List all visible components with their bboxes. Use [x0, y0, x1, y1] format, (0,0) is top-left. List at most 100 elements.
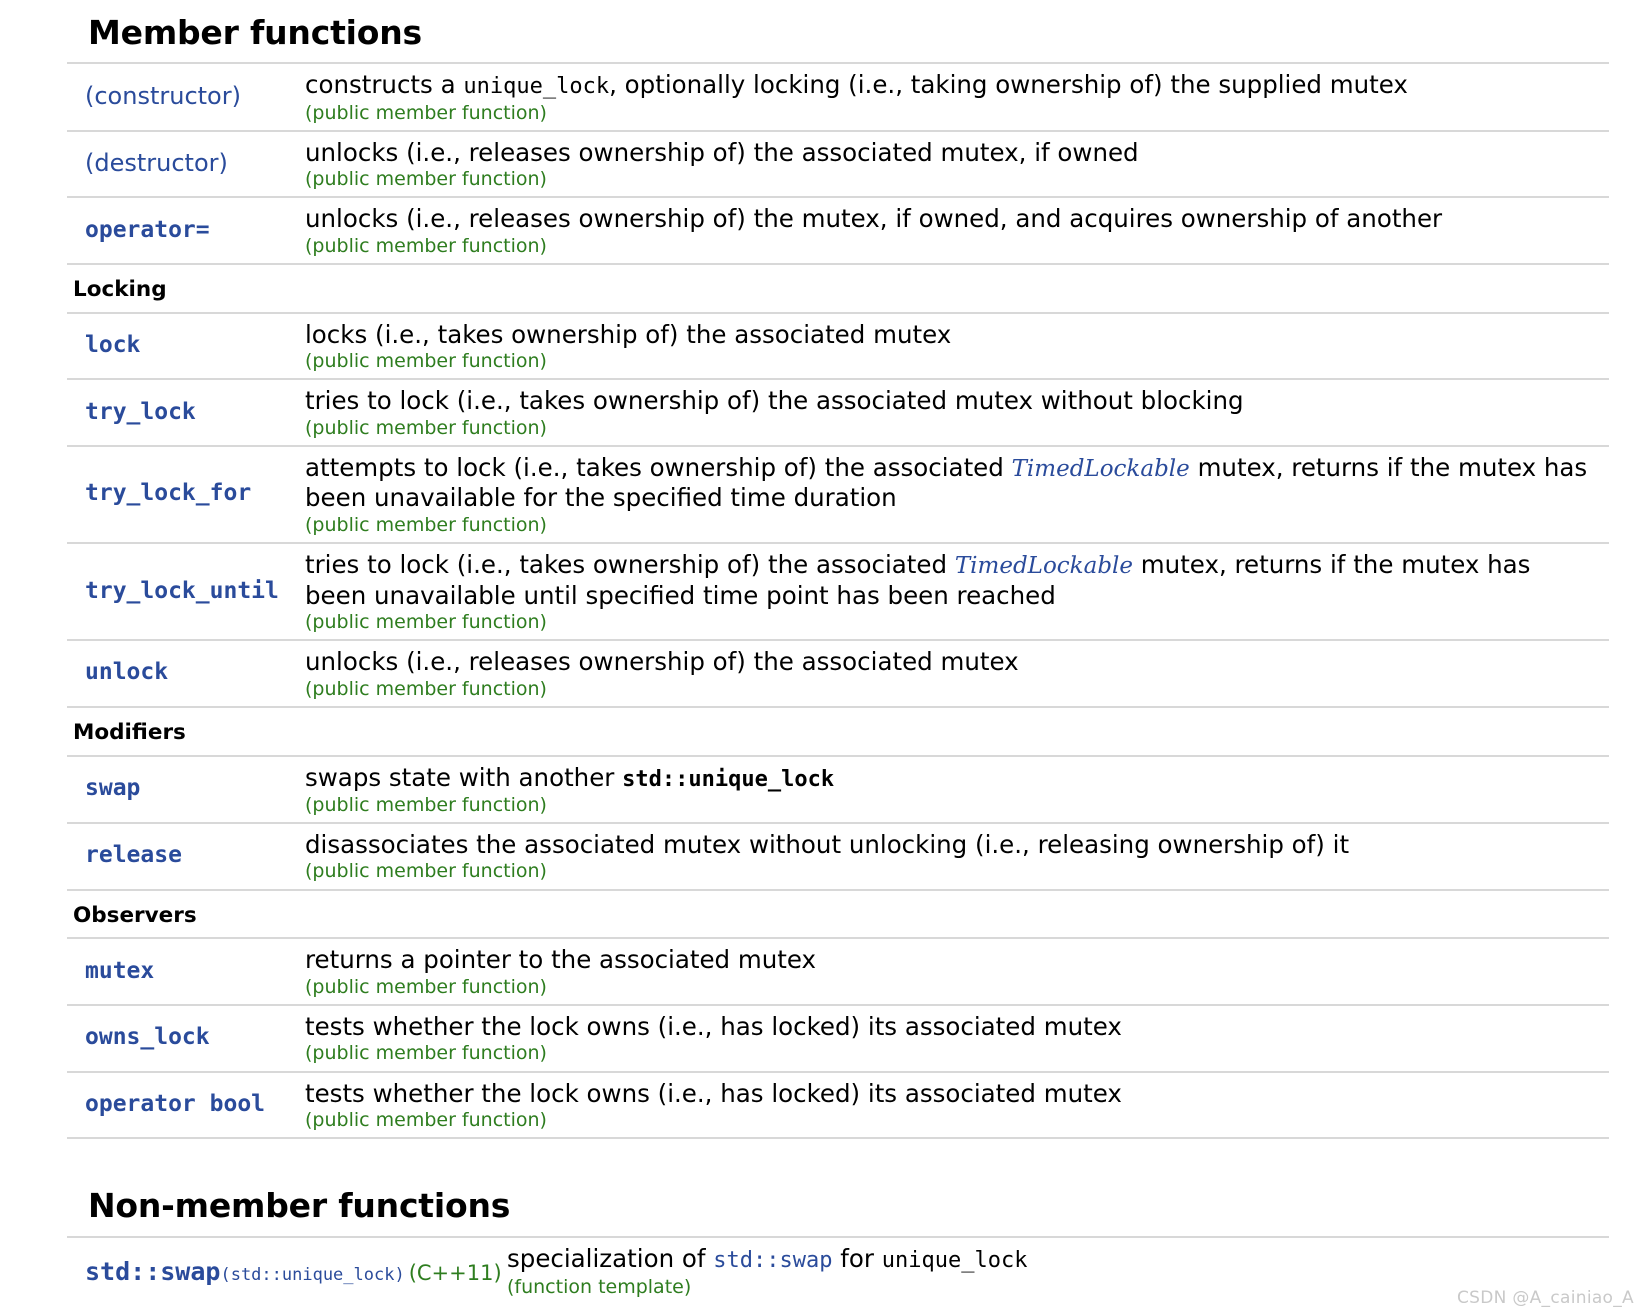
- desc-text: tries to lock (i.e., takes ownership of)…: [305, 550, 955, 580]
- function-name-cell[interactable]: operator bool: [67, 1070, 305, 1140]
- function-link-swap[interactable]: swap: [85, 775, 140, 801]
- function-name-cell[interactable]: unlock: [67, 639, 305, 708]
- function-name-cell[interactable]: lock: [67, 311, 305, 381]
- function-link-qualifier[interactable]: (std::unique_lock): [220, 1265, 404, 1285]
- function-kind-label: (public member function): [305, 975, 547, 998]
- function-description-cell: swaps state with another std::unique_loc…: [305, 754, 1609, 825]
- member-functions-table: (constructor) constructs a unique_lock, …: [67, 62, 1609, 1140]
- function-description: unlocks (i.e., releases ownership of) th…: [305, 137, 1139, 167]
- subsection-cell: Observers: [67, 890, 1609, 939]
- desc-text: for: [832, 1244, 882, 1274]
- function-link-try-lock-until[interactable]: try_lock_until: [85, 578, 279, 604]
- table-row[interactable]: operator= unlocks (i.e., releases owners…: [67, 196, 1609, 265]
- table-row[interactable]: operator bool tests whether the lock own…: [67, 1070, 1609, 1140]
- table-row[interactable]: mutex returns a pointer to the associate…: [67, 937, 1609, 1007]
- function-name-cell[interactable]: release: [67, 822, 305, 891]
- function-description: tries to lock (i.e., takes ownership of)…: [305, 550, 1599, 610]
- table-row[interactable]: (destructor) unlocks (i.e., releases own…: [67, 129, 1609, 199]
- table-row[interactable]: unlock unlocks (i.e., releases ownership…: [67, 639, 1609, 708]
- function-link-release[interactable]: release: [85, 842, 182, 868]
- desc-text: attempts to lock (i.e., takes ownership …: [305, 452, 1012, 482]
- function-kind-label: (public member function): [305, 350, 547, 373]
- cppreference-member-functions-page: Member functions (constructor) construct…: [0, 0, 1648, 1316]
- function-name-cell[interactable]: operator=: [67, 196, 305, 265]
- non-member-functions-body: std::swap(std::unique_lock) (C++11) speci…: [67, 1236, 1609, 1306]
- function-kind-label: (public member function): [305, 101, 547, 124]
- function-kind-label: (public member function): [305, 416, 547, 439]
- function-kind-label: (public member function): [305, 611, 547, 633]
- table-row[interactable]: release disassociates the associated mut…: [67, 822, 1609, 891]
- function-description: locks (i.e., takes ownership of) the ass…: [305, 319, 952, 349]
- named-requirement-link-timedlockable[interactable]: TimedLockable: [955, 553, 1133, 579]
- function-description-cell: returns a pointer to the associated mute…: [305, 937, 1609, 1007]
- function-description-cell: tests whether the lock owns (i.e., has l…: [305, 1004, 1609, 1073]
- desc-code-bold: std::unique_lock: [622, 766, 835, 792]
- page-title-member-functions: Member functions: [88, 13, 422, 52]
- function-name-cell[interactable]: mutex: [67, 937, 305, 1007]
- function-link-unlock[interactable]: unlock: [85, 659, 168, 685]
- function-name-cell[interactable]: try_lock_until: [67, 542, 305, 642]
- subsection-row-locking: Locking: [67, 264, 1609, 313]
- table-row[interactable]: try_lock_until tries to lock (i.e., take…: [67, 542, 1609, 642]
- desc-text: constructs a: [305, 70, 464, 100]
- table-row[interactable]: owns_lock tests whether the lock owns (i…: [67, 1004, 1609, 1073]
- function-name-cell[interactable]: (constructor): [67, 62, 305, 132]
- subsection-row-observers: Observers: [67, 890, 1609, 939]
- function-link-mutex[interactable]: mutex: [85, 958, 154, 984]
- function-kind-label: (function template): [507, 1275, 692, 1298]
- function-name-cell[interactable]: (destructor): [67, 129, 305, 199]
- non-member-functions-table: std::swap(std::unique_lock) (C++11) speci…: [67, 1236, 1609, 1306]
- function-description-cell: constructs a unique_lock, optionally loc…: [305, 62, 1609, 132]
- function-description-cell: tries to lock (i.e., takes ownership of)…: [305, 542, 1609, 642]
- table-row[interactable]: try_lock tries to lock (i.e., takes owne…: [67, 378, 1609, 447]
- watermark-text: CSDN @A_cainiao_A: [1456, 1288, 1634, 1308]
- table-row[interactable]: std::swap(std::unique_lock) (C++11) speci…: [67, 1236, 1609, 1306]
- function-description: tries to lock (i.e., takes ownership of)…: [305, 386, 1244, 416]
- function-kind-label: (public member function): [305, 793, 547, 816]
- function-link-operator-assign[interactable]: operator=: [85, 217, 210, 243]
- function-description-cell: tries to lock (i.e., takes ownership of)…: [305, 378, 1609, 447]
- function-kind-label: (public member function): [305, 1042, 547, 1065]
- function-name-cell[interactable]: swap: [67, 754, 305, 825]
- function-description: unlocks (i.e., releases ownership of) th…: [305, 204, 1443, 234]
- function-link-destructor[interactable]: (destructor): [85, 149, 228, 177]
- function-link-owns-lock[interactable]: owns_lock: [85, 1024, 210, 1050]
- function-link-lock[interactable]: lock: [85, 332, 140, 358]
- function-link-constructor[interactable]: (constructor): [85, 82, 241, 110]
- function-link-std-swap[interactable]: std::swap: [85, 1257, 220, 1286]
- function-name-cell[interactable]: std::swap(std::unique_lock) (C++11): [67, 1236, 507, 1306]
- function-name-cell[interactable]: try_lock_for: [67, 444, 305, 545]
- function-link-try-lock-for[interactable]: try_lock_for: [85, 480, 251, 506]
- function-description: swaps state with another std::unique_loc…: [305, 763, 1599, 793]
- desc-code: unique_lock: [463, 74, 610, 100]
- table-row[interactable]: lock locks (i.e., takes ownership of) th…: [67, 311, 1609, 381]
- function-description: specialization of std::swap for unique_l…: [507, 1244, 1599, 1274]
- function-description-cell: tests whether the lock owns (i.e., has l…: [305, 1070, 1609, 1140]
- function-description-cell: unlocks (i.e., releases ownership of) th…: [305, 196, 1609, 265]
- standard-version-badge: (C++11): [408, 1260, 502, 1285]
- subsection-cell: Modifiers: [67, 707, 1609, 756]
- subsection-cell: Locking: [67, 264, 1609, 313]
- page-title-non-member-functions: Non-member functions: [88, 1186, 511, 1226]
- function-description: constructs a unique_lock, optionally loc…: [305, 70, 1599, 100]
- table-row[interactable]: (constructor) constructs a unique_lock, …: [67, 62, 1609, 132]
- function-kind-label: (public member function): [305, 168, 547, 191]
- function-name-cell[interactable]: owns_lock: [67, 1004, 305, 1073]
- subsection-row-modifiers: Modifiers: [67, 707, 1609, 756]
- function-link-try-lock[interactable]: try_lock: [85, 399, 196, 425]
- function-name-cell[interactable]: try_lock: [67, 378, 305, 447]
- function-description-cell: specialization of std::swap for unique_l…: [507, 1236, 1609, 1306]
- function-link-operator-bool[interactable]: operator bool: [85, 1091, 265, 1117]
- desc-text: specialization of: [507, 1244, 714, 1274]
- function-kind-label: (public member function): [305, 677, 547, 700]
- function-description-cell: unlocks (i.e., releases ownership of) th…: [305, 639, 1609, 708]
- function-description: attempts to lock (i.e., takes ownership …: [305, 453, 1599, 513]
- function-description-cell: unlocks (i.e., releases ownership of) th…: [305, 129, 1609, 199]
- table-row[interactable]: swap swaps state with another std::uniqu…: [67, 754, 1609, 825]
- function-kind-label: (public member function): [305, 513, 547, 536]
- named-requirement-link-timedlockable[interactable]: TimedLockable: [1012, 456, 1190, 482]
- table-row[interactable]: try_lock_for attempts to lock (i.e., tak…: [67, 444, 1609, 545]
- desc-code-link-std-swap[interactable]: std::swap: [713, 1248, 832, 1273]
- subsection-title-observers: Observers: [73, 902, 197, 928]
- function-description: tests whether the lock owns (i.e., has l…: [305, 1078, 1122, 1108]
